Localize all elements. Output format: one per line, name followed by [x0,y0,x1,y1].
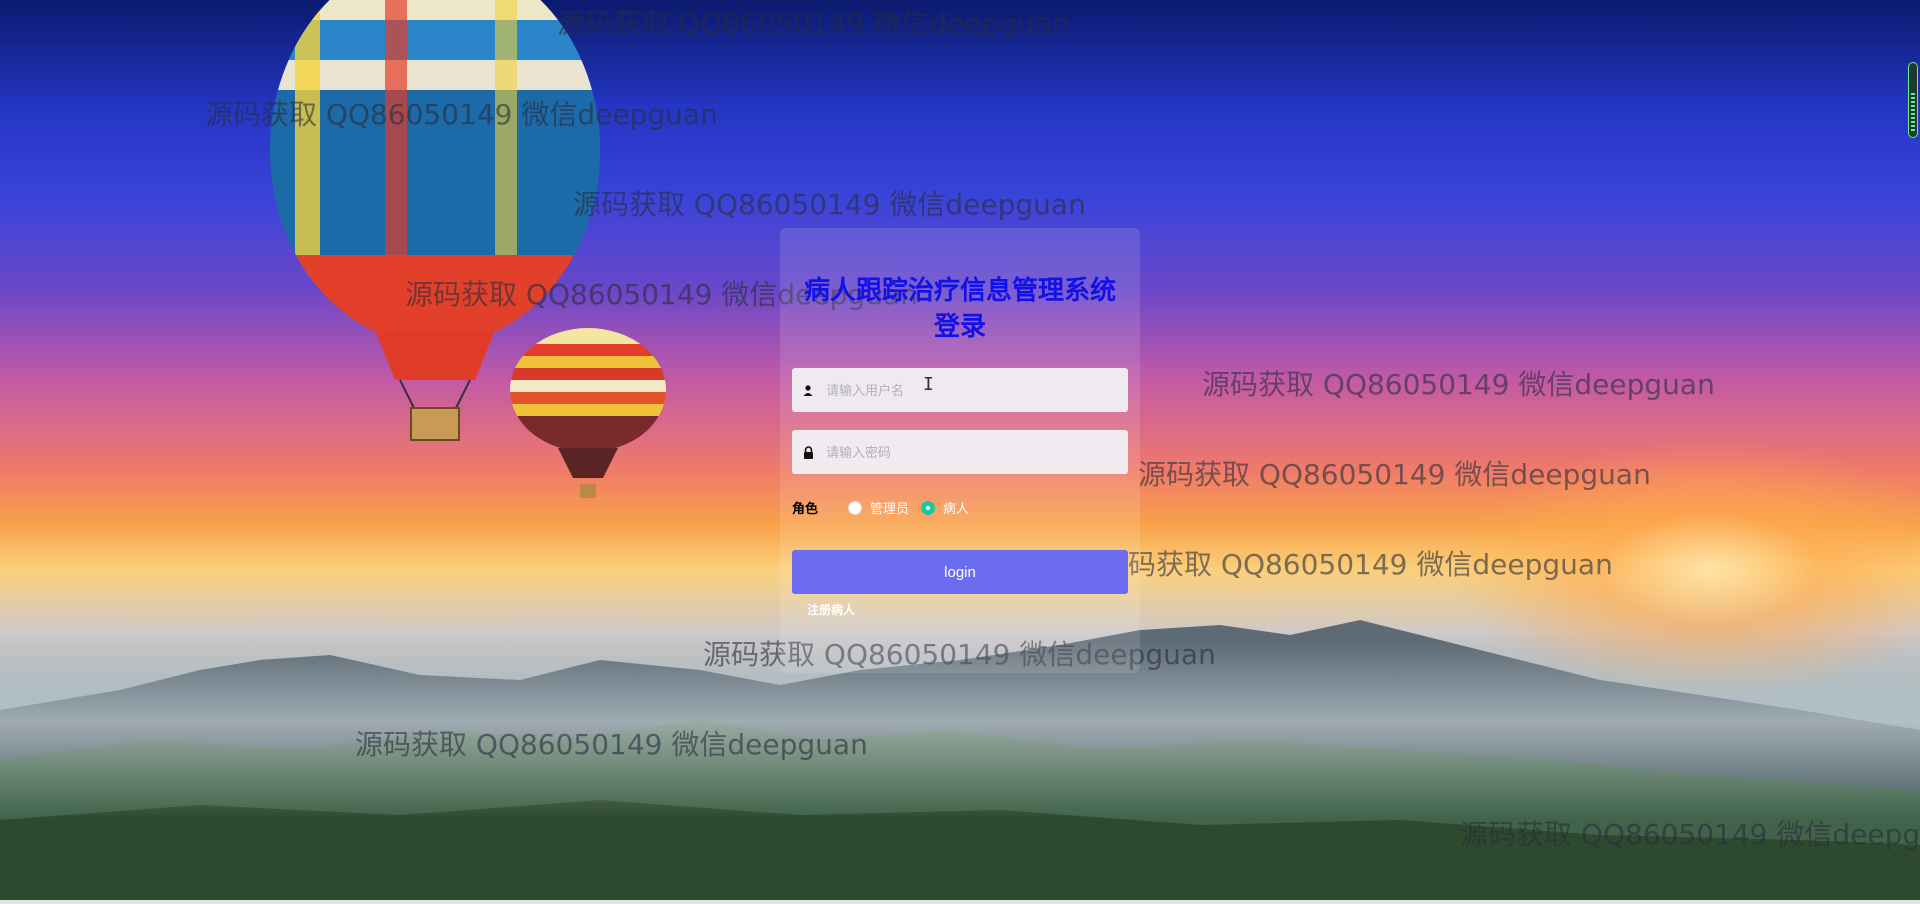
login-card: 病人跟踪治疗信息管理系统登录 角色 管理员 病人 login [780,228,1140,673]
register-patient-link[interactable]: 注册病人 [807,601,855,618]
login-title: 病人跟踪治疗信息管理系统登录 [803,275,1116,341]
login-button[interactable]: login [792,550,1128,594]
role-option-patient[interactable]: 病人 [921,498,969,517]
role-option-admin[interactable]: 管理员 [848,498,909,517]
watermark-text: 源码获取 QQ86050149 微信deepguan [1202,368,1715,401]
radio-admin[interactable] [848,500,862,515]
username-field[interactable] [792,368,1128,412]
bottom-strip [0,900,1920,904]
password-input[interactable] [824,431,1128,473]
role-label: 角色 [792,501,819,516]
role-option-label: 管理员 [870,501,910,516]
username-input[interactable] [824,369,1128,411]
radio-patient[interactable] [921,500,936,515]
role-selector: 角色 管理员 病人 [792,498,981,517]
hot-air-balloon-small [510,328,666,498]
scrollbar[interactable] [1908,62,1918,138]
text-cursor-icon: I [923,374,934,395]
watermark-text: 源码获取 QQ86050149 微信deepguan [573,188,1086,221]
lock-icon [792,445,824,459]
user-icon [792,384,824,396]
password-field[interactable] [792,430,1128,474]
role-option-label: 病人 [943,501,970,516]
login-page-background: 源码获取 QQ86050149 微信deepguan 源码获取 QQ860501… [0,0,1920,904]
